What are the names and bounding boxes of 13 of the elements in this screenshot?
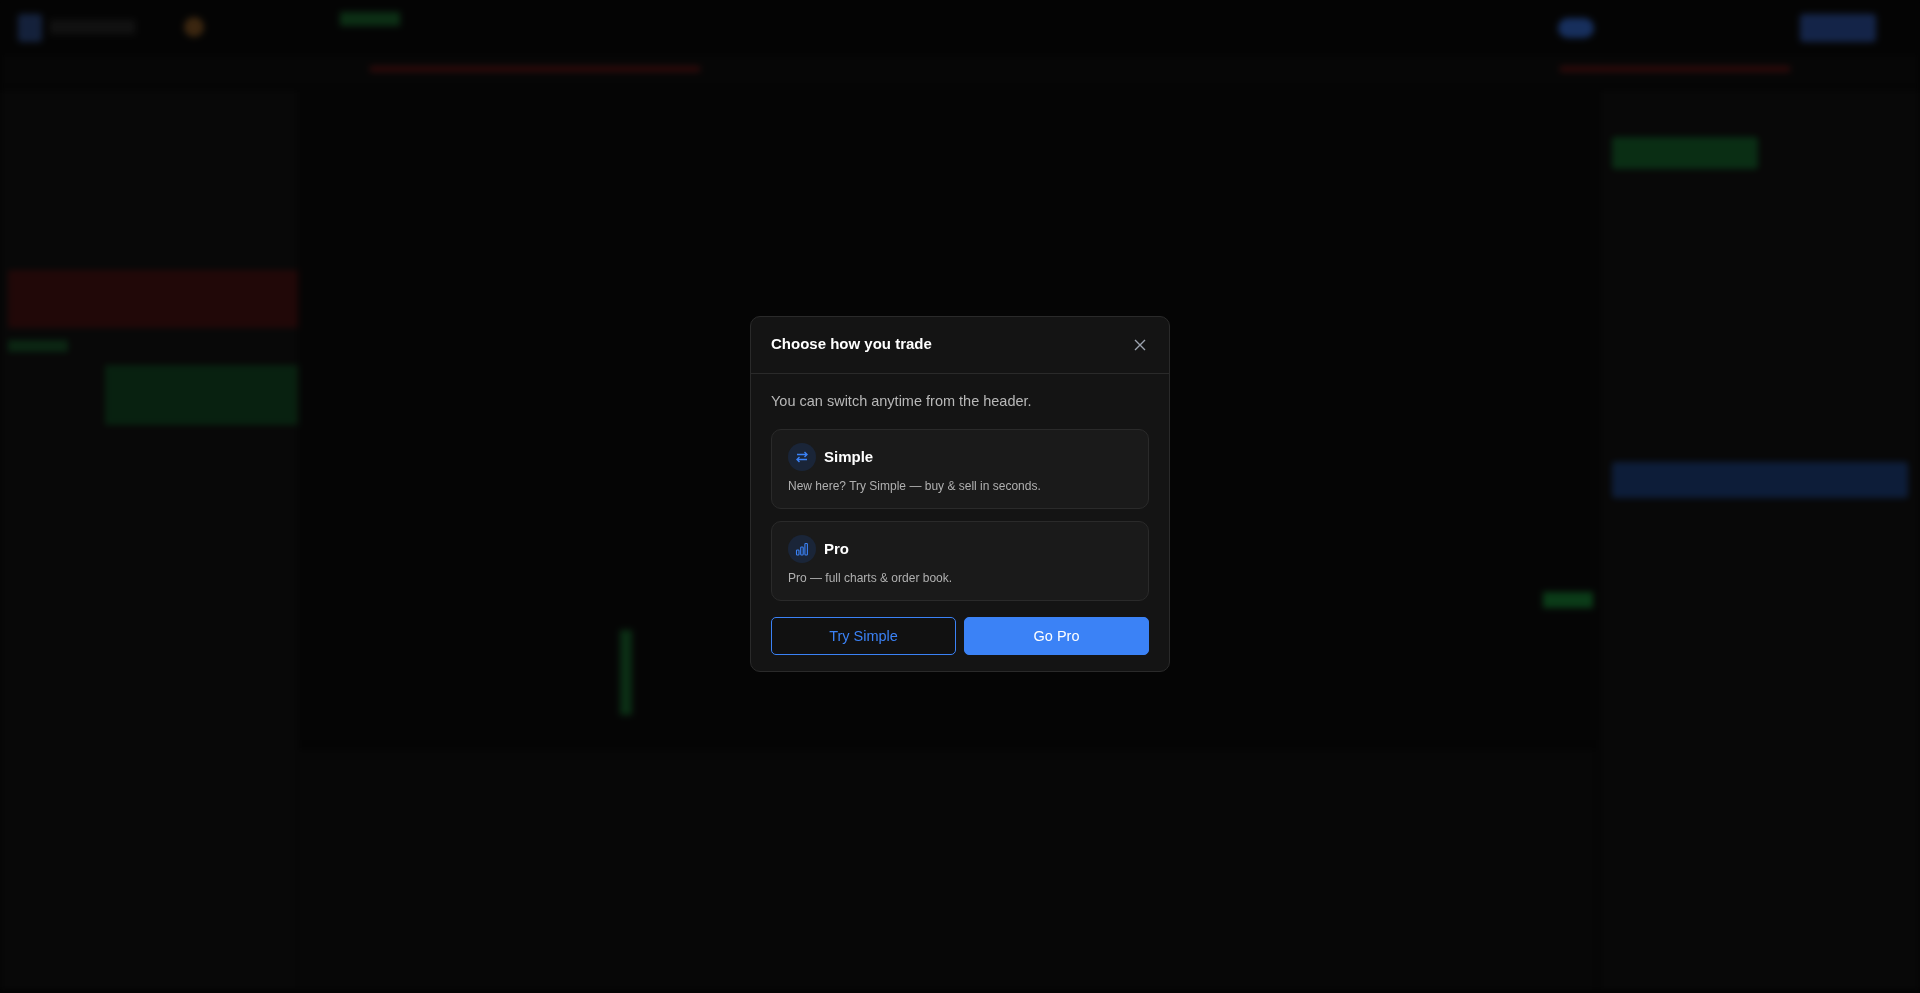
mode-option-card[interactable]: Simple New here? Try Simple — buy & sell in seconds. xyxy=(771,429,1149,510)
option-description: Pro — full charts & order book. xyxy=(788,570,954,588)
close-icon xyxy=(1134,338,1146,351)
option-title: Pro xyxy=(824,539,849,560)
option-description: New here? Try Simple — buy & sell in seconds. xyxy=(788,478,1042,496)
option-title: Simple xyxy=(824,447,874,468)
go-pro-button[interactable]: Go Pro xyxy=(964,617,1149,656)
dialog-title: Choose how you trade xyxy=(771,334,932,355)
try-simple-button[interactable]: Try Simple xyxy=(771,617,956,656)
bar-chart-icon xyxy=(795,542,809,557)
dialog-subtitle: You can switch anytime from the header. xyxy=(771,391,1033,411)
mode-option-card[interactable]: Pro Pro — full charts & order book. xyxy=(771,521,1149,602)
swap-arrows-icon xyxy=(795,450,809,465)
